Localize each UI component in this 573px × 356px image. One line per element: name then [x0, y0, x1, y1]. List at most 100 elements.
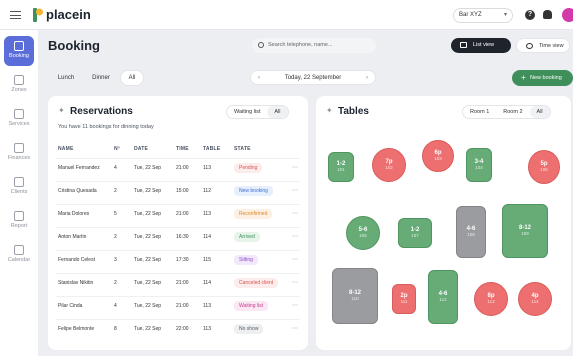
- floor-table[interactable]: 5p 105: [528, 150, 560, 184]
- floor-table[interactable]: 6p 103: [422, 140, 454, 172]
- venue-label: Bar XYZ: [459, 12, 482, 18]
- table-number-label: 104: [475, 165, 483, 170]
- segment-all[interactable]: All: [267, 106, 288, 118]
- sidebar-item-services[interactable]: Services: [4, 104, 34, 134]
- page-title: Booking: [48, 38, 100, 53]
- floor-table[interactable]: 8-12 110: [332, 268, 378, 324]
- column-header-table[interactable]: TABLE: [203, 146, 220, 152]
- table-cell-date: Tue, 22 Sep: [134, 303, 162, 309]
- status-badge[interactable]: New booking: [234, 186, 273, 196]
- row-more-icon[interactable]: ⋯: [292, 164, 298, 171]
- sidebar-item-report[interactable]: Report: [4, 206, 34, 236]
- row-more-icon[interactable]: ⋯: [292, 233, 298, 240]
- help-icon[interactable]: ?: [525, 10, 535, 20]
- floor-table[interactable]: 4p 114: [518, 282, 552, 316]
- table-cell-date: Tue, 22 Sep: [134, 280, 162, 286]
- row-divider: [56, 204, 300, 205]
- segment-room-1[interactable]: Room 1: [463, 106, 496, 118]
- search-placeholder: Search telephone, name...: [268, 42, 333, 48]
- table-cell-date: Tue, 22 Sep: [134, 234, 162, 240]
- status-badge[interactable]: Pending: [234, 163, 263, 173]
- time-view-button[interactable]: Time view: [516, 38, 570, 53]
- row-more-icon[interactable]: ⋯: [292, 325, 298, 332]
- table-number-label: 106: [359, 233, 367, 238]
- table-cell-time: 21:00: [176, 303, 189, 309]
- column-header-date[interactable]: DATE: [134, 146, 148, 152]
- row-more-icon[interactable]: ⋯: [292, 279, 298, 286]
- floor-table[interactable]: 5-6 106: [346, 216, 380, 250]
- floor-table[interactable]: 4-6 112: [428, 270, 458, 324]
- table-cell-date: Tue, 22 Sep: [134, 165, 162, 171]
- clients-icon: [14, 177, 24, 187]
- floor-table[interactable]: 4-6 108: [456, 206, 486, 258]
- sidebar-item-finances[interactable]: Finances: [4, 138, 34, 168]
- sidebar-item-calendar[interactable]: Calendar: [4, 240, 34, 270]
- status-badge[interactable]: No show: [234, 324, 264, 334]
- menu-icon[interactable]: [10, 11, 21, 19]
- tab-lunch[interactable]: Lunch: [54, 71, 78, 85]
- row-more-icon[interactable]: ⋯: [292, 256, 298, 263]
- status-badge[interactable]: Reconfirmed: [234, 209, 273, 219]
- finances-icon: [14, 143, 24, 153]
- segment-waiting-list[interactable]: Waiting list: [227, 106, 267, 118]
- status-badge[interactable]: Arrived: [234, 232, 260, 242]
- column-header-name[interactable]: NAME: [58, 146, 74, 152]
- column-header-state[interactable]: STATE: [234, 146, 251, 152]
- new-booking-button[interactable]: + New booking: [512, 70, 573, 86]
- sidebar-item-booking[interactable]: Booking: [4, 36, 34, 66]
- status-badge[interactable]: Sitting: [234, 255, 258, 265]
- floor-table[interactable]: 2p 111: [392, 284, 416, 314]
- row-divider: [56, 273, 300, 274]
- table-cell-n: 4: [114, 165, 117, 171]
- table-cell-time: 21:00: [176, 165, 189, 171]
- row-more-icon[interactable]: ⋯: [292, 210, 298, 217]
- table-cell-name: Pilar Cinda: [58, 303, 83, 309]
- table-cell-table: 113: [203, 303, 211, 309]
- floor-table[interactable]: 3-4 104: [466, 148, 492, 182]
- plus-icon: +: [521, 73, 526, 82]
- time-view-label: Time view: [539, 43, 564, 49]
- row-more-icon[interactable]: ⋯: [292, 187, 298, 194]
- reservations-segmented-control: Waiting list All: [226, 105, 289, 119]
- row-more-icon[interactable]: ⋯: [292, 302, 298, 309]
- sidebar-item-clients[interactable]: Clients: [4, 172, 34, 202]
- status-badge[interactable]: Canceled client: [234, 278, 279, 288]
- row-divider: [56, 296, 300, 297]
- sidebar-item-label: Report: [10, 223, 28, 229]
- notification-bell-icon[interactable]: [543, 10, 552, 19]
- tab-dinner[interactable]: Dinner: [87, 71, 115, 85]
- search-input[interactable]: Search telephone, name...: [252, 38, 376, 53]
- table-cell-n: 8: [114, 326, 117, 332]
- table-cell-name: Maria Dolores: [58, 211, 90, 217]
- segment-all-rooms[interactable]: All: [529, 106, 550, 118]
- chevron-right-icon[interactable]: ›: [366, 71, 368, 86]
- column-header-number[interactable]: Nº: [114, 146, 120, 152]
- table-number-label: 109: [521, 231, 529, 236]
- table-cell-date: Tue, 22 Sep: [134, 326, 162, 332]
- row-divider: [56, 158, 300, 159]
- table-cell-time: 17:30: [176, 257, 189, 263]
- segment-room-2[interactable]: Room 2: [496, 106, 529, 118]
- list-icon: [460, 42, 467, 48]
- floor-table[interactable]: 8-12 109: [502, 204, 548, 258]
- status-badge[interactable]: Waiting list: [234, 301, 268, 311]
- tab-all[interactable]: All: [121, 71, 143, 85]
- avatar[interactable]: [562, 8, 573, 22]
- floor-table[interactable]: 1-2 107: [398, 218, 432, 248]
- floor-table[interactable]: 7p 102: [372, 148, 406, 182]
- sidebar-item-label: Clients: [10, 189, 28, 195]
- sidebar-item-zones[interactable]: Zones: [4, 70, 34, 100]
- table-cell-n: 2: [114, 280, 117, 286]
- rooms-segmented-control: Room 1 Room 2 All: [462, 105, 551, 119]
- floor-table[interactable]: 1-2 101: [328, 152, 354, 182]
- sidebar-item-label: Services: [8, 121, 30, 127]
- list-view-button[interactable]: List view: [451, 38, 511, 53]
- chevron-left-icon[interactable]: ‹: [258, 71, 260, 86]
- floor-table[interactable]: 8p 113: [474, 282, 508, 316]
- table-number-label: 102: [385, 165, 393, 170]
- venue-select[interactable]: Bar XYZ ▾: [453, 8, 513, 23]
- column-header-time[interactable]: TIME: [176, 146, 189, 152]
- table-cell-name: Felipe Belmonte: [58, 326, 95, 332]
- sidebar-item-label: Zones: [11, 87, 27, 93]
- reservations-summary: You have 11 bookings for dinning today: [58, 124, 154, 130]
